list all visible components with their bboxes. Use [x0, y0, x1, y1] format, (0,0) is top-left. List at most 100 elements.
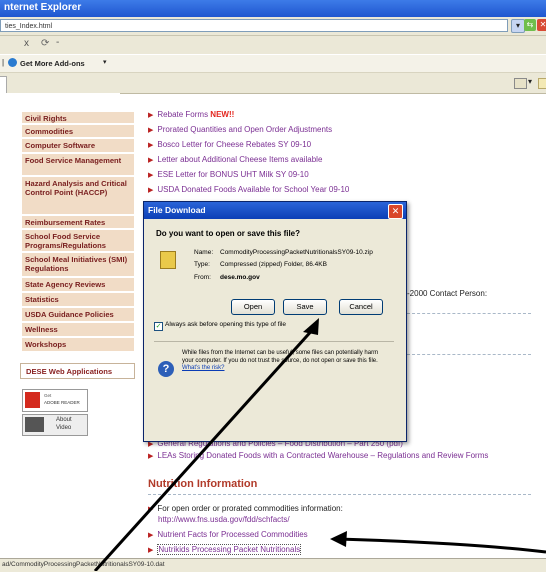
nav-item-statistics[interactable]: Statistics: [22, 293, 134, 307]
bullet-arrow-icon: ▶: [148, 453, 154, 460]
dese-web-applications-button[interactable]: DESE Web Applications: [20, 363, 135, 379]
link-label: Rebate Forms: [157, 110, 211, 119]
toolbar-row: x ⟳ -: [0, 36, 546, 54]
link-cheese-items[interactable]: ▶ Letter about Additional Cheese Items av…: [148, 154, 322, 166]
nav-item-computer-software[interactable]: Computer Software: [22, 139, 134, 153]
link-rebate-forms[interactable]: ▶ Rebate Forms NEW!!: [148, 109, 234, 121]
nav-item-food-service-management[interactable]: Food Service Management: [22, 154, 134, 176]
nav-item-reimbursement-rates[interactable]: Reimbursement Rates: [22, 216, 134, 229]
status-text: ad/CommodityProcessingPacketNutritionals…: [2, 561, 165, 568]
adobe-logo-icon: [25, 392, 40, 408]
type-value: Compressed (zipped) Folder, 86.4KB: [220, 261, 327, 268]
link-nutrient-facts[interactable]: ▶ Nutrient Facts for Processed Commoditie…: [148, 529, 308, 541]
status-bar: ad/CommodityProcessingPacketNutritionals…: [0, 558, 546, 572]
nav-item-commodities[interactable]: Commodities: [22, 125, 134, 138]
link-leas-storing[interactable]: ▶ LEAs Storing Donated Foods with a Contr…: [148, 450, 522, 462]
link-label: Nutrient Facts for Processed Commodities: [157, 530, 308, 539]
dropdown-arrow-icon[interactable]: ▾: [511, 19, 525, 33]
section-title-nutrition: Nutrition Information: [148, 478, 258, 490]
bullet-arrow-icon: ▶: [148, 142, 154, 149]
feeds-icon[interactable]: [538, 78, 546, 89]
addons-link[interactable]: Get More Add-ons: [20, 59, 85, 68]
always-ask-checkbox[interactable]: ✓: [154, 322, 163, 331]
warning-body: While files from the Internet can be use…: [182, 350, 379, 364]
nav-item-state-agency-reviews[interactable]: State Agency Reviews: [22, 278, 134, 292]
dialog-question: Do you want to open or save this file?: [156, 229, 301, 238]
tab-row: ▾: [0, 73, 546, 94]
link-label: Prorated Quantities and Open Order Adjus…: [157, 125, 333, 134]
nutrition-item-label: For open order or prorated commodities i…: [157, 504, 343, 513]
bullet-arrow-icon: ▶: [148, 157, 154, 164]
separator-icon: |: [2, 58, 5, 67]
name-label: Name:: [194, 249, 214, 256]
nutrition-item-open-order: ▶ For open order or prorated commodities …: [148, 504, 343, 513]
nav-item-haccp[interactable]: Hazard Analysis and Critical Control Poi…: [22, 177, 134, 215]
bullet-arrow-icon: ▶: [148, 187, 154, 194]
contact-person-text: -2000 Contact Person:: [407, 289, 488, 298]
about-video-button[interactable]: About Video: [22, 414, 88, 436]
whats-the-risk-link[interactable]: What's the risk?: [182, 365, 225, 371]
open-button[interactable]: Open: [231, 299, 275, 315]
link-nutrikids-packet[interactable]: ▶ Nutrikids Processing Packet Nutritional…: [148, 544, 302, 556]
divider: [148, 494, 531, 495]
toolbar-dropdown-icon[interactable]: -: [56, 37, 59, 48]
about-video-line2: Video: [56, 425, 72, 431]
divider: [407, 313, 531, 314]
link-prorated-quantities[interactable]: ▶ Prorated Quantities and Open Order Adju…: [148, 124, 332, 136]
annotation-arrow-to-nutrikids: [337, 537, 546, 554]
nav-item-civil-rights[interactable]: Civil Rights: [22, 112, 134, 124]
from-label: From:: [194, 274, 211, 281]
bullet-arrow-icon: ▶: [148, 172, 154, 179]
addons-row: | Get More Add-ons ▾: [0, 55, 546, 73]
nav-item-wellness[interactable]: Wellness: [22, 323, 134, 337]
from-value: dese.mo.gov: [220, 274, 260, 281]
link-uht-milk[interactable]: ▶ ESE Letter for BONUS UHT Milk SY 09-10: [148, 169, 309, 181]
link-usda-donated-foods[interactable]: ▶ USDA Donated Foods Available for School…: [148, 184, 349, 196]
nav-item-smi-regulations[interactable]: School Meal Initiatives (SMI) Regulation…: [22, 253, 134, 277]
home-dropdown-icon[interactable]: ▾: [528, 77, 532, 86]
type-label: Type:: [194, 261, 210, 268]
link-label: USDA Donated Foods Available for School …: [157, 185, 350, 194]
bullet-arrow-icon: ▶: [148, 441, 154, 448]
bullet-arrow-icon: ▶: [148, 112, 154, 119]
nav-item-usda-guidance[interactable]: USDA Guidance Policies: [22, 308, 134, 322]
home-icon[interactable]: [514, 78, 527, 89]
link-bosco-letter[interactable]: ▶ Bosco Letter for Cheese Rebates SY 09-1…: [148, 139, 311, 151]
link-label: LEAs Storing Donated Foods with a Contra…: [157, 451, 489, 460]
address-row: ties_Index.html ▾ ⇆ ✕: [0, 17, 546, 36]
file-download-dialog: File Download ✕ Do you want to open or s…: [143, 201, 407, 442]
name-value: CommodityProcessingPacketNutritionalsSY0…: [220, 249, 373, 256]
cancel-button[interactable]: Cancel: [339, 299, 383, 315]
divider: [407, 354, 531, 355]
get-adobe-reader-button[interactable]: Get ADOBE READER: [22, 389, 88, 412]
nutrition-fns-link[interactable]: http://www.fns.usda.gov/fdd/schfacts/: [158, 515, 290, 524]
stop-icon[interactable]: ✕: [537, 19, 546, 31]
nav-item-workshops[interactable]: Workshops: [22, 338, 134, 352]
dialog-divider: [154, 341, 394, 342]
address-bar[interactable]: ties_Index.html: [0, 19, 508, 32]
adobe-reader-label: ADOBE READER: [44, 400, 80, 405]
link-label: Nutrikids Processing Packet Nutritionals: [157, 544, 302, 555]
dialog-title: File Download: [144, 202, 406, 219]
browser-tab[interactable]: [0, 76, 7, 94]
warning-text: While files from the Internet can be use…: [182, 350, 382, 373]
video-thumbnail-icon: [25, 417, 44, 432]
refresh-page-icon[interactable]: ⟳: [41, 38, 49, 49]
link-label: Letter about Additional Cheese Items ava…: [157, 155, 323, 164]
always-ask-label: Always ask before opening this type of f…: [165, 321, 287, 328]
addons-dropdown-icon[interactable]: ▾: [103, 58, 107, 66]
window-title-bar: nternet Explorer: [0, 0, 546, 17]
link-label: Bosco Letter for Cheese Rebates SY 09-10: [157, 140, 312, 149]
bullet-arrow-icon: ▶: [148, 506, 154, 513]
window-title: nternet Explorer: [4, 2, 82, 13]
bullet-arrow-icon: ▶: [148, 127, 154, 134]
ie-icon: [8, 58, 17, 67]
refresh-icon[interactable]: ⇆: [524, 19, 536, 31]
nav-item-school-food-service[interactable]: School Food Service Programs/Regulations: [22, 230, 134, 252]
zip-file-icon: [160, 251, 176, 269]
annotation-arrowhead-nutrikids: [330, 531, 347, 547]
close-icon[interactable]: ✕: [388, 204, 403, 219]
save-button[interactable]: Save: [283, 299, 327, 315]
close-tab-icon[interactable]: x: [24, 38, 29, 49]
security-shield-icon: ?: [158, 361, 174, 377]
